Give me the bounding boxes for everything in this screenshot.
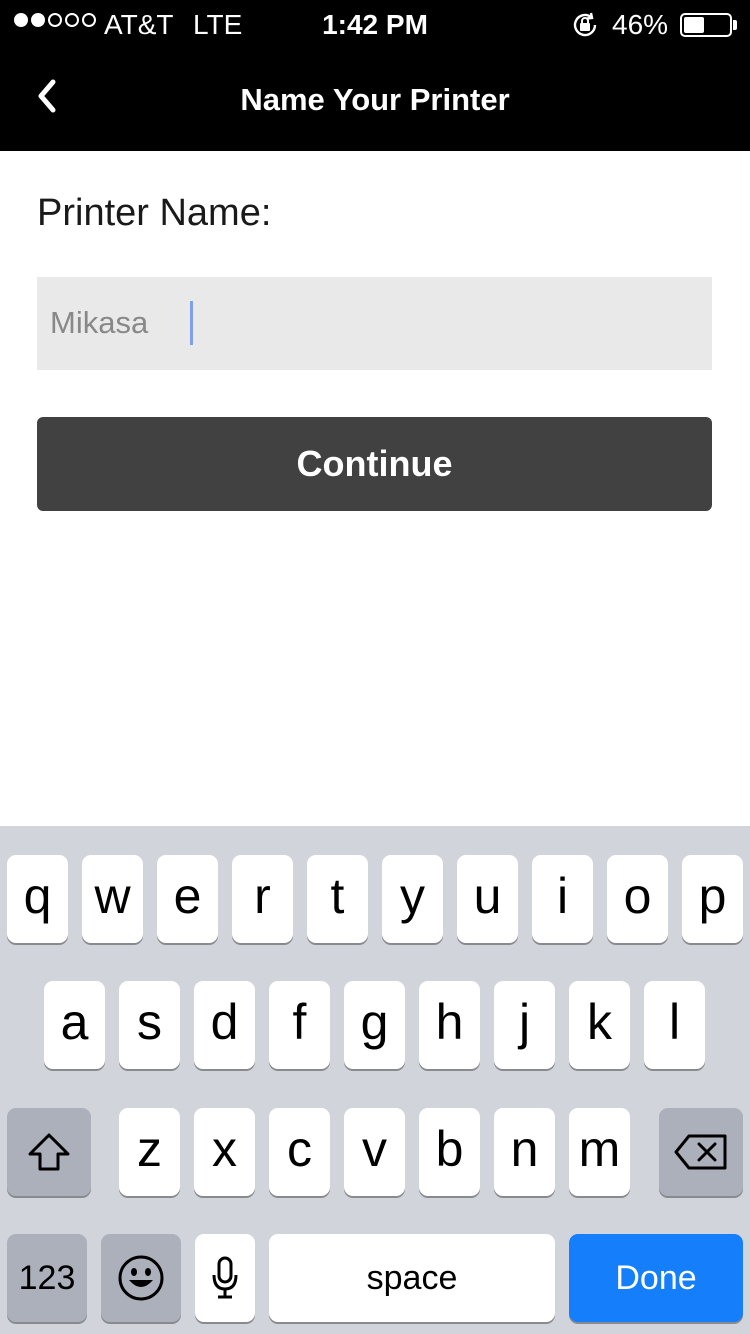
- key-c[interactable]: c: [269, 1108, 330, 1196]
- numbers-key[interactable]: 123: [7, 1234, 87, 1322]
- status-bar: AT&T LTE 1:42 PM 46%: [0, 0, 750, 50]
- shift-key[interactable]: [7, 1108, 91, 1196]
- text-caret: [190, 301, 193, 345]
- key-i[interactable]: i: [532, 855, 593, 943]
- dictation-key[interactable]: [195, 1234, 255, 1322]
- key-x[interactable]: x: [194, 1108, 255, 1196]
- printer-name-input[interactable]: Mikasa: [37, 277, 712, 370]
- key-o[interactable]: o: [607, 855, 668, 943]
- key-r[interactable]: r: [232, 855, 293, 943]
- printer-name-value: Mikasa: [50, 305, 149, 340]
- printer-name-label: Printer Name:: [37, 192, 272, 234]
- key-n[interactable]: n: [494, 1108, 555, 1196]
- battery-nub: [733, 20, 737, 30]
- key-m[interactable]: m: [569, 1108, 630, 1196]
- microphone-icon: [212, 1256, 238, 1299]
- emoji-key[interactable]: [101, 1234, 181, 1322]
- key-j[interactable]: j: [494, 981, 555, 1069]
- key-l[interactable]: l: [644, 981, 705, 1069]
- key-k[interactable]: k: [569, 981, 630, 1069]
- battery-percentage: 46%: [612, 9, 669, 40]
- navigation-bar: Name Your Printer: [0, 50, 750, 151]
- continue-button[interactable]: Continue: [37, 417, 712, 511]
- shift-icon: [28, 1133, 70, 1171]
- battery-level-fill: [684, 17, 705, 33]
- key-w[interactable]: w: [82, 855, 143, 943]
- keyboard: q w e r t y u i o p a s d f g h j k l z …: [0, 826, 750, 1334]
- key-y[interactable]: y: [382, 855, 443, 943]
- key-d[interactable]: d: [194, 981, 255, 1069]
- key-q[interactable]: q: [7, 855, 68, 943]
- key-h[interactable]: h: [419, 981, 480, 1069]
- key-b[interactable]: b: [419, 1108, 480, 1196]
- battery-icon: [680, 13, 732, 37]
- backspace-icon: [674, 1134, 727, 1170]
- done-key[interactable]: Done: [569, 1234, 743, 1322]
- page-title: Name Your Printer: [240, 82, 510, 117]
- key-f[interactable]: f: [269, 981, 330, 1069]
- delete-key[interactable]: [659, 1108, 743, 1196]
- key-g[interactable]: g: [344, 981, 405, 1069]
- key-t[interactable]: t: [307, 855, 368, 943]
- rotation-lock-icon: [573, 12, 597, 37]
- emoji-icon: [118, 1255, 164, 1301]
- key-u[interactable]: u: [457, 855, 518, 943]
- top-bar: AT&T LTE 1:42 PM 46% Name Your Printer: [0, 0, 750, 151]
- key-p[interactable]: p: [682, 855, 743, 943]
- key-e[interactable]: e: [157, 855, 218, 943]
- key-s[interactable]: s: [119, 981, 180, 1069]
- key-v[interactable]: v: [344, 1108, 405, 1196]
- key-z[interactable]: z: [119, 1108, 180, 1196]
- space-key[interactable]: space: [269, 1234, 555, 1322]
- key-a[interactable]: a: [44, 981, 105, 1069]
